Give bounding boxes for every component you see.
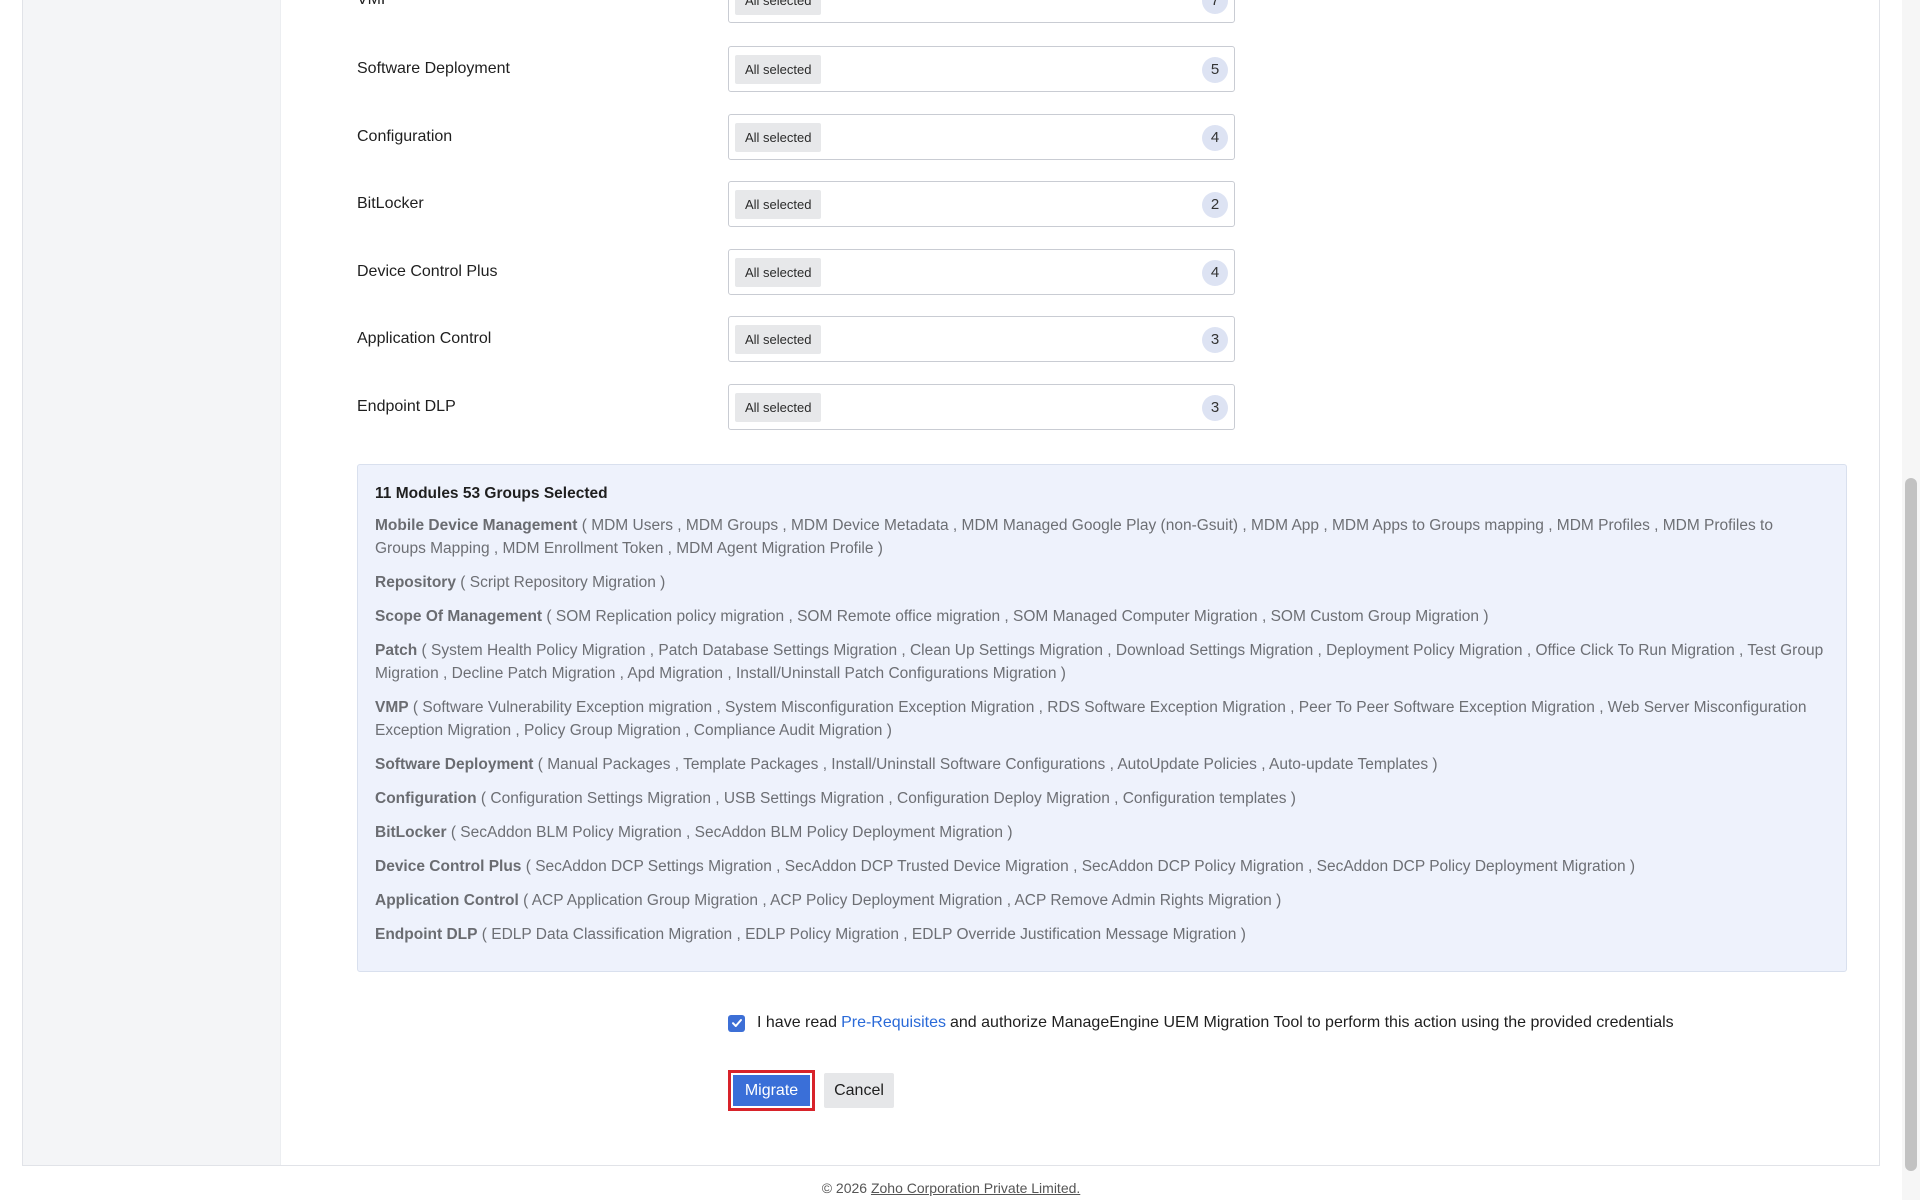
selection-chip: All selected bbox=[735, 0, 822, 15]
summary-item: Device Control Plus ( SecAddon DCP Setti… bbox=[375, 855, 1828, 878]
summary-module-details: ( Manual Packages , Template Packages , … bbox=[537, 756, 1438, 773]
main-frame: VMP All selected 7 Software Deployment A… bbox=[22, 0, 1880, 1166]
module-row-device-control-plus: Device Control Plus All selected 4 bbox=[357, 249, 1237, 295]
module-group-select[interactable]: All selected 4 bbox=[728, 114, 1235, 160]
checkmark-icon bbox=[731, 1019, 742, 1027]
summary-item: VMP ( Software Vulnerability Exception m… bbox=[375, 696, 1828, 742]
summary-module-details: ( Configuration Settings Migration , USB… bbox=[480, 790, 1296, 807]
module-group-select[interactable]: All selected 4 bbox=[728, 249, 1235, 295]
module-row-vmp: VMP All selected 7 bbox=[357, 0, 1237, 23]
selection-chip: All selected bbox=[735, 325, 822, 354]
module-row-endpoint-dlp: Endpoint DLP All selected 3 bbox=[357, 384, 1237, 430]
consent-text-prefix: I have read bbox=[757, 1014, 838, 1031]
summary-module-name: Patch bbox=[375, 642, 418, 659]
company-link[interactable]: Zoho Corporation Private Limited. bbox=[871, 1180, 1080, 1196]
module-label: Device Control Plus bbox=[357, 263, 498, 280]
count-badge: 2 bbox=[1202, 192, 1228, 218]
summary-module-name: Device Control Plus bbox=[375, 858, 522, 875]
summary-item: Scope Of Management ( SOM Replication po… bbox=[375, 605, 1828, 628]
summary-item: BitLocker ( SecAddon BLM Policy Migratio… bbox=[375, 821, 1828, 844]
summary-item: Endpoint DLP ( EDLP Data Classification … bbox=[375, 923, 1828, 946]
count-badge: 4 bbox=[1202, 260, 1228, 286]
summary-item: Mobile Device Management ( MDM Users , M… bbox=[375, 514, 1828, 560]
summary-module-name: Application Control bbox=[375, 892, 519, 909]
summary-module-details: ( SecAddon DCP Settings Migration , SecA… bbox=[525, 858, 1636, 875]
summary-module-details: ( SOM Replication policy migration , SOM… bbox=[546, 608, 1489, 625]
summary-module-details: ( MDM Users , MDM Groups , MDM Device Me… bbox=[375, 517, 1773, 557]
module-group-select[interactable]: All selected 3 bbox=[728, 316, 1235, 362]
module-group-select[interactable]: All selected 3 bbox=[728, 384, 1235, 430]
copyright-text: © 2026 bbox=[821, 1180, 868, 1196]
module-group-select[interactable]: All selected 2 bbox=[728, 181, 1235, 227]
summary-module-details: ( SecAddon BLM Policy Migration , SecAdd… bbox=[450, 824, 1013, 841]
vertical-scrollbar[interactable] bbox=[1902, 0, 1920, 1200]
summary-title: 11 Modules 53 Groups Selected bbox=[375, 485, 608, 502]
selection-chip: All selected bbox=[735, 393, 822, 422]
summary-item: Software Deployment ( Manual Packages , … bbox=[375, 753, 1828, 776]
module-group-select[interactable]: All selected 7 bbox=[728, 0, 1235, 23]
summary-module-details: ( Script Repository Migration ) bbox=[460, 574, 666, 591]
summary-item: Patch ( System Health Policy Migration ,… bbox=[375, 639, 1828, 685]
migration-form: VMP All selected 7 Software Deployment A… bbox=[281, 0, 1879, 1165]
summary-item: Application Control ( ACP Application Gr… bbox=[375, 889, 1828, 912]
module-row-application-control: Application Control All selected 3 bbox=[357, 316, 1237, 362]
consent-checkbox[interactable] bbox=[728, 1014, 745, 1032]
summary-module-name: BitLocker bbox=[375, 824, 447, 841]
summary-item: Configuration ( Configuration Settings M… bbox=[375, 787, 1828, 810]
module-row-bitlocker: BitLocker All selected 2 bbox=[357, 181, 1237, 227]
module-group-select[interactable]: All selected 5 bbox=[728, 46, 1235, 92]
selection-chip: All selected bbox=[735, 190, 822, 219]
scrollbar-thumb[interactable] bbox=[1905, 478, 1917, 1171]
consent-text-suffix: and authorize ManageEngine UEM Migration… bbox=[950, 1014, 1674, 1031]
selection-chip: All selected bbox=[735, 123, 822, 152]
module-row-configuration: Configuration All selected 4 bbox=[357, 114, 1237, 160]
summary-module-details: ( System Health Policy Migration , Patch… bbox=[375, 642, 1824, 682]
count-badge: 3 bbox=[1202, 395, 1228, 421]
summary-module-details: ( ACP Application Group Migration , ACP … bbox=[523, 892, 1282, 909]
module-label: Software Deployment bbox=[357, 60, 510, 77]
summary-module-details: ( Software Vulnerability Exception migra… bbox=[375, 699, 1807, 739]
selection-summary: 11 Modules 53 Groups Selected Mobile Dev… bbox=[357, 464, 1847, 972]
module-row-software-deployment: Software Deployment All selected 5 bbox=[357, 46, 1237, 92]
summary-module-name: Software Deployment bbox=[375, 756, 534, 773]
summary-module-name: Endpoint DLP bbox=[375, 926, 478, 943]
summary-module-name: Scope Of Management bbox=[375, 608, 543, 625]
summary-module-name: Mobile Device Management bbox=[375, 517, 578, 534]
module-label: Configuration bbox=[357, 128, 453, 145]
selection-chip: All selected bbox=[735, 258, 822, 287]
summary-module-name: Repository bbox=[375, 574, 456, 591]
cancel-button[interactable]: Cancel bbox=[824, 1073, 894, 1108]
migrate-button[interactable]: Migrate bbox=[728, 1070, 815, 1111]
action-buttons: Migrate Cancel bbox=[728, 1070, 894, 1111]
count-badge: 7 bbox=[1202, 0, 1228, 14]
consent-row: I have read Pre-Requisites and authorize… bbox=[728, 1011, 1674, 1035]
summary-module-details: ( EDLP Data Classification Migration , E… bbox=[481, 926, 1246, 943]
prerequisites-link[interactable]: Pre-Requisites bbox=[841, 1014, 946, 1032]
footer: © 2026 Zoho Corporation Private Limited. bbox=[0, 1180, 1902, 1196]
count-badge: 3 bbox=[1202, 327, 1228, 353]
module-label: VMP bbox=[357, 0, 392, 9]
summary-module-name: VMP bbox=[375, 699, 409, 716]
module-label: BitLocker bbox=[357, 195, 424, 212]
count-badge: 4 bbox=[1202, 125, 1228, 151]
module-label: Endpoint DLP bbox=[357, 398, 456, 415]
count-badge: 5 bbox=[1202, 57, 1228, 83]
selection-chip: All selected bbox=[735, 55, 822, 84]
left-sidebar bbox=[23, 0, 281, 1165]
summary-module-name: Configuration bbox=[375, 790, 477, 807]
summary-item: Repository ( Script Repository Migration… bbox=[375, 571, 1828, 594]
module-label: Application Control bbox=[357, 330, 492, 347]
